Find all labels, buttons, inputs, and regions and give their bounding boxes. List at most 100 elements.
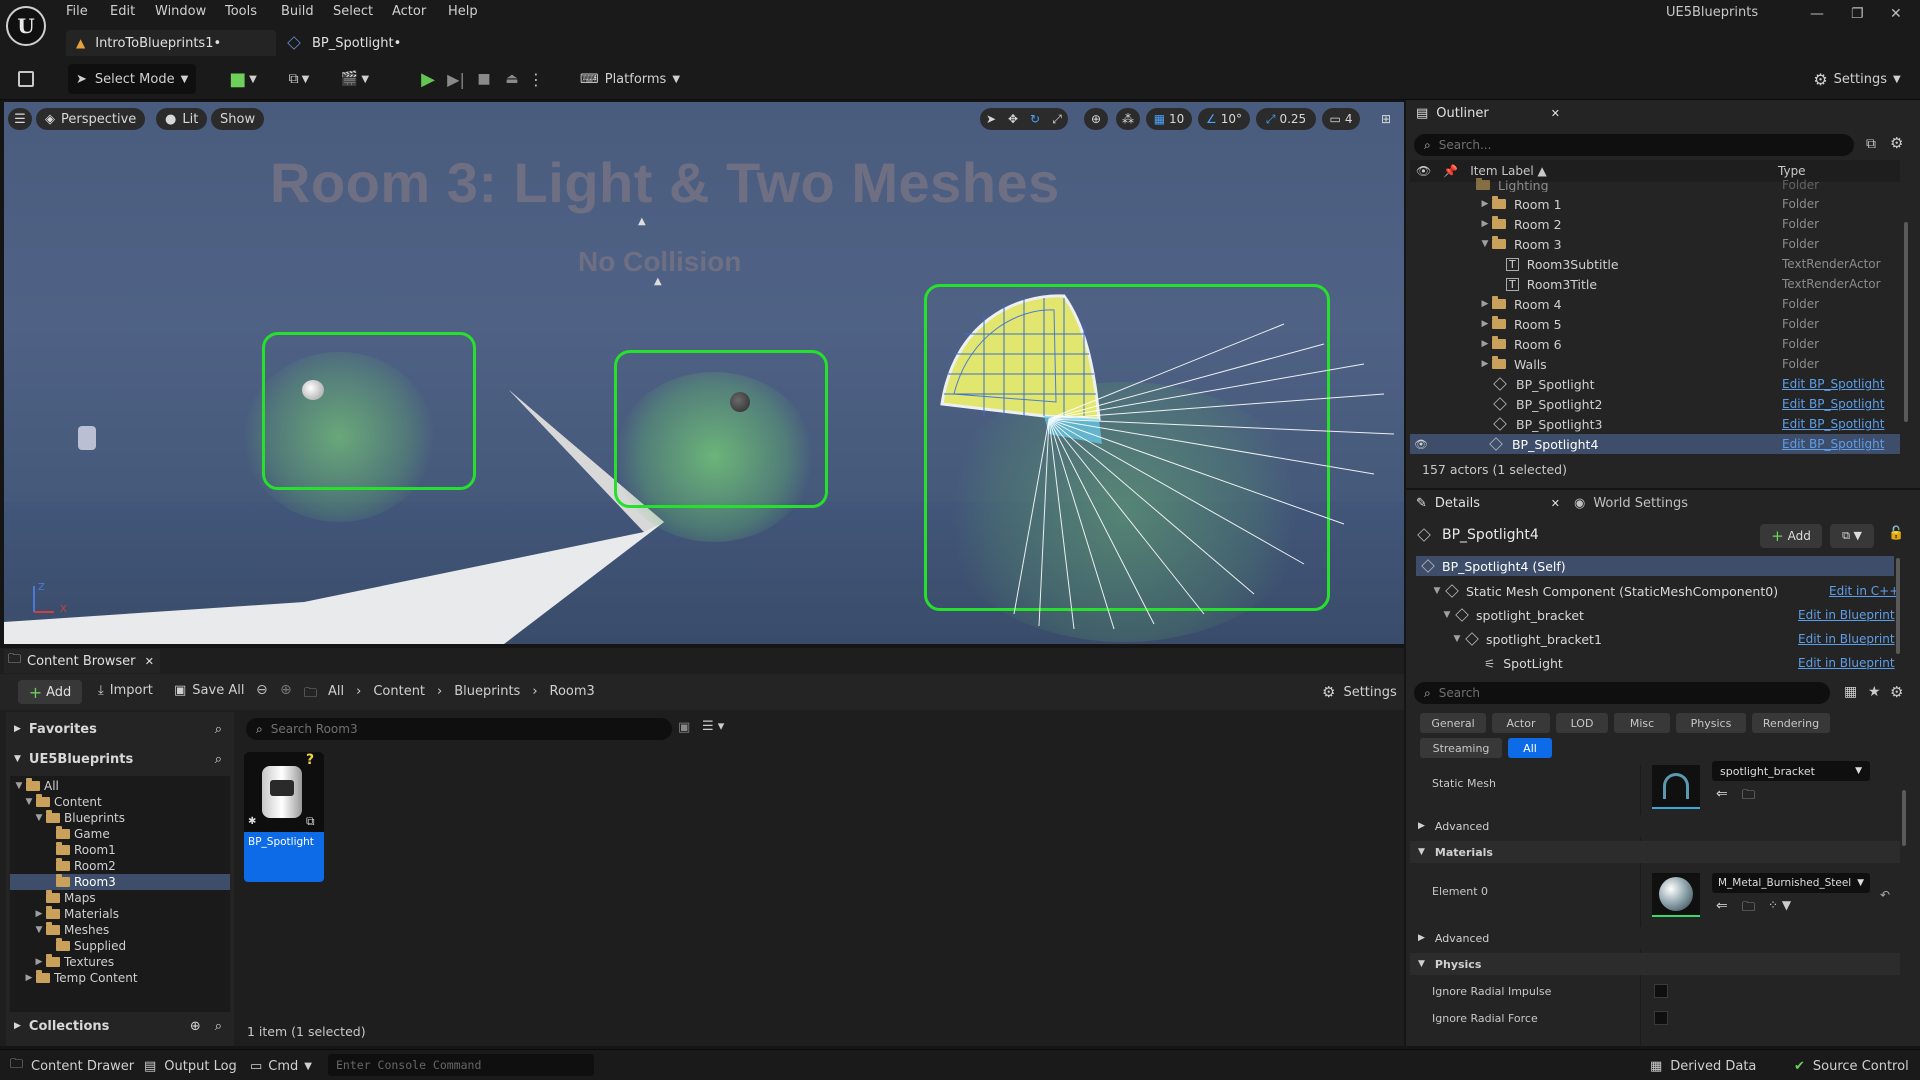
more-options-icon[interactable]: ⋮: [526, 64, 546, 94]
outliner-row[interactable]: ▶ Room 4 Folder: [1410, 294, 1900, 314]
advanced-section[interactable]: ▶ Advanced: [1410, 927, 1900, 949]
spotlight-cone-gizmo[interactable]: [924, 284, 1404, 644]
camera-speed-button[interactable]: ▭ 4: [1322, 108, 1360, 130]
edit-blueprint-link[interactable]: Edit BP_Spotlight: [1782, 417, 1884, 431]
search-icon[interactable]: ⌕: [215, 752, 222, 767]
component-row[interactable]: ▼ spotlight_bracket1: [1420, 629, 1602, 649]
close-icon[interactable]: ✕: [145, 655, 154, 668]
filter-all[interactable]: All: [1508, 738, 1552, 758]
menu-help[interactable]: Help: [448, 4, 478, 19]
chevron-down-icon[interactable]: ▼: [1450, 634, 1464, 644]
filter-icon[interactable]: ☰ ▾: [702, 719, 724, 734]
import-button[interactable]: ⤓ Import: [98, 683, 153, 698]
spotlight-selection-2[interactable]: [614, 350, 828, 508]
pin-icon[interactable]: 📌: [1443, 164, 1458, 178]
content-drawer-button[interactable]: 🗀 Content Drawer: [10, 1056, 134, 1076]
outliner-row[interactable]: ▶ Room 5 Folder: [1410, 314, 1900, 334]
save-all-button[interactable]: ▣ Save All: [174, 683, 244, 698]
tree-item[interactable]: ▶ Textures: [32, 954, 114, 970]
outliner-scrollbar[interactable]: [1904, 222, 1908, 422]
chevron-down-icon[interactable]: ▼: [1478, 239, 1492, 249]
rotation-snap-toggle[interactable]: ∠ 10°: [1198, 108, 1250, 130]
outliner-row[interactable]: Lighting Folder: [1410, 178, 1900, 192]
outliner-row[interactable]: BP_Spotlight2 Edit BP_Spotlight: [1410, 394, 1900, 414]
asset-search-input[interactable]: ⌕ Search Room3: [246, 718, 672, 740]
tree-item[interactable]: ▼ Meshes: [32, 922, 109, 938]
material-options-icon[interactable]: ⁘ ▼: [1768, 898, 1791, 912]
outliner-row[interactable]: ▶ Room 2 Folder: [1410, 214, 1900, 234]
filter-misc[interactable]: Misc: [1614, 713, 1670, 733]
perspective-button[interactable]: ◈ Perspective: [36, 108, 146, 130]
outliner-row[interactable]: T Room3Subtitle TextRenderActor: [1410, 254, 1900, 274]
tree-item[interactable]: Supplied: [56, 938, 126, 954]
rotate-tool-icon[interactable]: ↻: [1024, 108, 1046, 130]
materials-section[interactable]: ▼ Materials: [1410, 841, 1900, 863]
chevron-down-icon[interactable]: ▼: [1440, 610, 1454, 620]
star-icon[interactable]: ★: [1868, 684, 1881, 700]
ignore-radial-impulse-checkbox[interactable]: [1654, 984, 1668, 998]
breadcrumb-all[interactable]: All: [328, 684, 344, 699]
actor-icon[interactable]: ▲: [654, 276, 662, 287]
menu-window[interactable]: Window: [155, 4, 206, 19]
menu-actor[interactable]: Actor: [392, 4, 426, 19]
chevron-down-icon[interactable]: ▼: [1430, 586, 1444, 596]
filter-streaming[interactable]: Streaming: [1420, 738, 1502, 758]
browse-icon[interactable]: 🗀: [1742, 786, 1755, 808]
type-column-header[interactable]: Type: [1778, 164, 1806, 178]
breadcrumb-content[interactable]: Content: [373, 684, 425, 699]
components-scrollbar[interactable]: [1896, 558, 1900, 654]
new-folder-icon[interactable]: ⧉: [1866, 136, 1876, 152]
menu-build[interactable]: Build: [281, 4, 314, 19]
edit-blueprint-link[interactable]: Edit BP_Spotlight: [1782, 377, 1884, 391]
scale-tool-icon[interactable]: ⤢: [1046, 108, 1068, 130]
chevron-right-icon[interactable]: ▶: [1478, 199, 1492, 209]
tree-item[interactable]: ▼ All: [12, 778, 59, 794]
lock-icon[interactable]: 🔓: [1888, 526, 1904, 541]
select-mode-dropdown[interactable]: ➤ Select Mode ▼: [68, 64, 196, 94]
component-row[interactable]: ▼ Static Mesh Component (StaticMeshCompo…: [1420, 581, 1779, 601]
tree-item[interactable]: ▼ Blueprints: [32, 810, 125, 826]
tree-item[interactable]: ▶ Materials: [32, 906, 119, 922]
search-icon[interactable]: ⌕: [215, 1019, 222, 1034]
filter-lod[interactable]: LOD: [1556, 713, 1608, 733]
tree-item[interactable]: ▼ Content: [22, 794, 102, 810]
chevron-right-icon[interactable]: ▶: [1478, 319, 1492, 329]
eject-icon[interactable]: ⏏: [498, 64, 526, 94]
outliner-row[interactable]: ▼ Room 3 Folder: [1410, 234, 1900, 254]
platforms-dropdown[interactable]: ⌨ Platforms ▼: [580, 64, 680, 94]
edit-blueprint-link[interactable]: Edit BP_Spotlight: [1782, 437, 1884, 451]
outliner-row[interactable]: ▶ Walls Folder: [1410, 354, 1900, 374]
material-thumbnail[interactable]: [1652, 873, 1700, 917]
lit-button[interactable]: ● Lit: [156, 108, 208, 130]
menu-edit[interactable]: Edit: [110, 4, 135, 19]
minimize-icon[interactable]: —: [1810, 6, 1824, 22]
forward-icon[interactable]: ⊕: [280, 682, 292, 698]
asset-tile-bp-spotlight[interactable]: ? ⧉ ✱ BP_Spotlight: [244, 752, 324, 882]
gear-icon[interactable]: ⚙: [1890, 683, 1903, 701]
output-log-button[interactable]: ▤ Output Log: [144, 1056, 237, 1076]
cb-settings-button[interactable]: ⚙ Settings: [1322, 683, 1397, 701]
source-control-button[interactable]: ✔ Source Control: [1794, 1056, 1909, 1076]
tab-world-settings[interactable]: ◉ World Settings: [1574, 491, 1714, 515]
tab-content-browser[interactable]: 🗀 Content Browser ✕: [4, 649, 160, 673]
outliner-row[interactable]: ▶ Room 6 Folder: [1410, 334, 1900, 354]
filter-rendering[interactable]: Rendering: [1752, 713, 1830, 733]
chevron-right-icon[interactable]: ▶: [1478, 339, 1492, 349]
filter-general[interactable]: General: [1420, 713, 1486, 733]
close-window-icon[interactable]: ✕: [1890, 6, 1902, 22]
browse-icon[interactable]: 🗀: [1742, 898, 1755, 920]
advanced-section[interactable]: ▶ Advanced: [1410, 815, 1900, 837]
spotlight-mesh-2[interactable]: [730, 392, 750, 412]
viewport-menu-icon[interactable]: ☰: [8, 108, 32, 130]
outliner-row[interactable]: BP_Spotlight Edit BP_Spotlight: [1410, 374, 1900, 394]
component-row[interactable]: ▼ spotlight_bracket: [1420, 605, 1584, 625]
menu-tools[interactable]: Tools: [225, 4, 257, 19]
scale-snap-toggle[interactable]: ⤢ 0.25: [1256, 108, 1316, 130]
close-icon[interactable]: ✕: [1551, 107, 1560, 120]
use-selected-icon[interactable]: ⇐: [1716, 898, 1728, 914]
select-tool-icon[interactable]: ➤: [980, 108, 1002, 130]
grid-snap-toggle[interactable]: ▦ 10: [1146, 108, 1192, 130]
skip-icon[interactable]: ▶|: [442, 64, 470, 94]
tree-item[interactable]: Game: [56, 826, 110, 842]
tree-item[interactable]: ▶ Temp Content: [22, 970, 138, 986]
